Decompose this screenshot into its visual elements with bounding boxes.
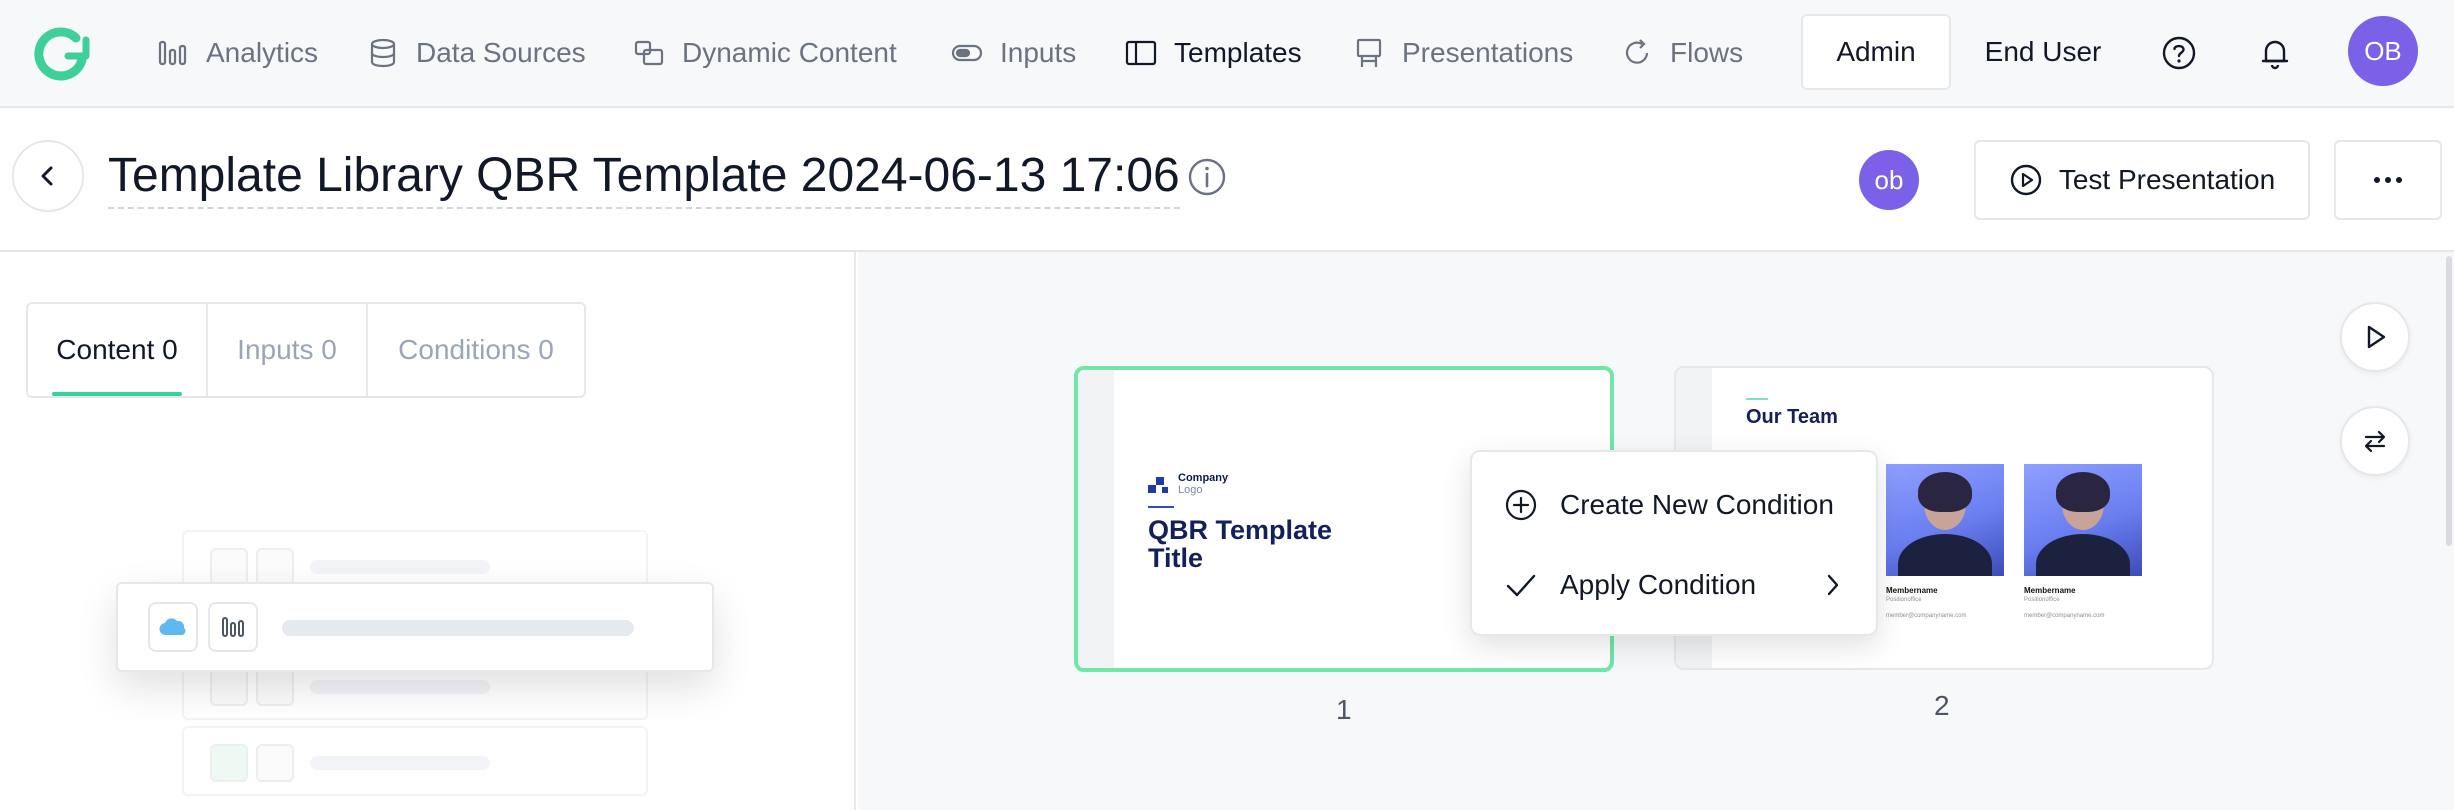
tab-conditions[interactable]: Conditions 0 (368, 304, 584, 396)
company-logo: Company Logo (1148, 472, 1228, 496)
test-presentation-button[interactable]: Test Presentation (1974, 140, 2310, 220)
analytics-bars-icon (208, 602, 258, 652)
placeholder-icon (256, 548, 294, 586)
template-title[interactable]: Template Library QBR Template 2024-06-13… (108, 148, 1180, 209)
company-logo-sub: Logo (1178, 484, 1203, 496)
bell-icon[interactable] (2254, 32, 2296, 74)
refresh-flow-icon (1625, 39, 1649, 64)
team-member-card: Membername Positionoffice member@company… (2024, 464, 2142, 619)
nav-dynamic-content[interactable]: Dynamic Content (632, 30, 897, 76)
info-icon[interactable] (1186, 156, 1228, 198)
member-email: member@companyname.com (2024, 613, 2105, 619)
member-email: member@companyname.com (1886, 613, 1967, 619)
nav-label: Data Sources (416, 37, 586, 68)
nav-data-sources[interactable]: Data Sources (366, 30, 586, 76)
title-accent-rule (1746, 398, 1768, 400)
tab-inputs[interactable]: Inputs 0 (208, 304, 368, 396)
slide-title-line: QBR Template (1148, 515, 1333, 545)
app-logo-icon[interactable] (30, 26, 92, 82)
nav-label: Presentations (1402, 37, 1574, 68)
nav-flows[interactable]: Flows (1620, 30, 1743, 76)
play-preview-button[interactable] (2340, 302, 2410, 372)
company-logo-text: Company Logo (1178, 472, 1228, 496)
slide-title: QBR Template Title (1148, 516, 1332, 572)
nav-label: Inputs (1000, 37, 1077, 68)
chevron-left-icon (41, 166, 53, 186)
slide-side-strip (1078, 370, 1114, 668)
test-presentation-label: Test Presentation (2058, 164, 2276, 195)
toggle-input-icon (951, 44, 983, 62)
member-role: Positionoffice (2024, 597, 2060, 603)
apply-condition-item[interactable]: Apply Condition (1504, 560, 1756, 610)
placeholder-bar (310, 756, 490, 770)
nav-label: Analytics (206, 37, 319, 68)
placeholder-icon (210, 668, 248, 706)
placeholder-bar (282, 620, 634, 636)
analytics-bars-icon (158, 40, 187, 66)
user-avatar[interactable]: OB (2348, 16, 2418, 86)
check-icon (1506, 574, 1536, 597)
placeholder-bar (310, 680, 490, 694)
top-navigation: Analytics Data Sources Dynamic Content I… (0, 0, 2454, 108)
more-horizontal-icon (2374, 177, 2402, 183)
nav-analytics[interactable]: Analytics (156, 30, 318, 76)
slide-title-line: Title (1148, 543, 1204, 573)
member-name: Membername (1886, 586, 1938, 595)
nav-inputs[interactable]: Inputs (950, 30, 1076, 76)
end-user-view-button[interactable]: End User (1968, 14, 2118, 90)
member-role: Positionoffice (1886, 597, 1922, 603)
template-header: Template Library QBR Template 2024-06-13… (0, 108, 2454, 252)
salesforce-cloud-icon (148, 602, 198, 652)
nav-label: Dynamic Content (682, 37, 897, 68)
play-circle-icon (2010, 164, 2042, 196)
nav-label: Flows (1670, 37, 1744, 68)
slide-number: 1 (1336, 694, 1352, 725)
dynamic-content-icon (634, 40, 664, 66)
help-icon[interactable] (2158, 32, 2200, 74)
placeholder-bar (310, 560, 490, 574)
plus-circle-icon (1505, 489, 1537, 521)
placeholder-icon (210, 548, 248, 586)
team-member-card: Membername Positionoffice member@company… (1886, 464, 2004, 619)
canvas-scrollbar[interactable] (2446, 256, 2452, 546)
more-options-button[interactable] (2334, 140, 2442, 220)
placeholder-icon (256, 744, 294, 782)
back-button[interactable] (12, 140, 84, 212)
company-logo-icon (1148, 477, 1168, 493)
member-photo (2024, 464, 2142, 576)
slide-title: Our Team (1746, 406, 1838, 428)
placeholder-icon (256, 668, 294, 706)
menu-item-label: Apply Condition (1560, 569, 1757, 600)
empty-state-placeholder-card (182, 726, 648, 796)
admin-view-button[interactable]: Admin (1801, 14, 1951, 90)
chevron-right-icon[interactable] (1824, 572, 1842, 598)
collaborator-avatar[interactable]: ob (1859, 150, 1919, 210)
slide-number: 2 (1934, 690, 1950, 721)
menu-item-label: Create New Condition (1560, 489, 1834, 520)
member-name: Membername (2024, 586, 2076, 595)
tab-content[interactable]: Content 0 (28, 304, 208, 396)
title-accent-rule (1148, 506, 1174, 508)
presentation-easel-icon (1356, 38, 1382, 67)
condition-context-menu: Create New Condition Apply Condition (1470, 450, 1878, 636)
empty-state-highlight-card (116, 582, 714, 672)
database-icon (370, 38, 396, 68)
nav-presentations[interactable]: Presentations (1352, 30, 1573, 76)
panel-tabs: Content 0 Inputs 0 Conditions 0 (26, 302, 586, 398)
play-icon (2367, 325, 2386, 349)
company-logo-name: Company (1178, 472, 1229, 484)
member-photo (1886, 464, 2004, 576)
placeholder-icon (210, 744, 248, 782)
create-new-condition-item[interactable]: Create New Condition (1504, 480, 1834, 530)
swap-arrows-icon (2364, 430, 2386, 453)
nav-templates[interactable]: Templates (1124, 30, 1302, 76)
nav-label: Templates (1174, 37, 1302, 68)
template-icon (1125, 40, 1157, 66)
swap-slides-button[interactable] (2340, 406, 2410, 476)
